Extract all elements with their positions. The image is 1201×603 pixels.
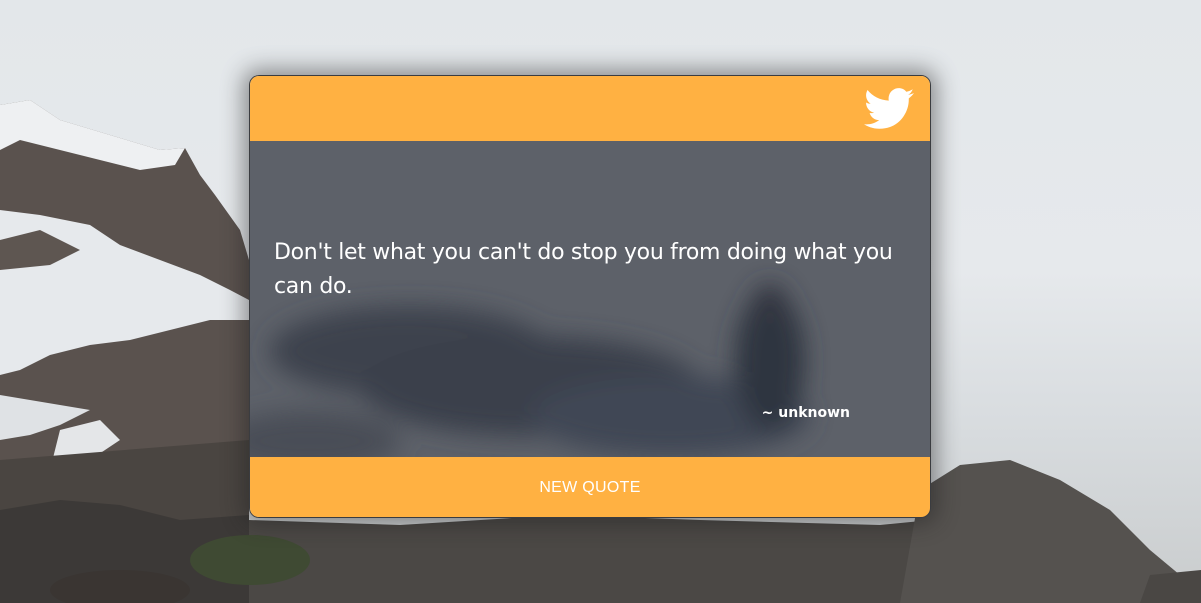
quote-body: Don't let what you can't do stop you fro… — [250, 141, 930, 457]
quote-text: Don't let what you can't do stop you fro… — [274, 240, 893, 299]
card-header — [250, 76, 930, 141]
tweet-button[interactable] — [864, 88, 914, 130]
new-quote-button[interactable]: NEW QUOTE — [250, 457, 930, 517]
quote-card: Don't let what you can't do stop you fro… — [249, 75, 931, 518]
twitter-bird-icon — [864, 88, 914, 129]
new-quote-label: NEW QUOTE — [539, 479, 641, 496]
quote-author: ~ unknown — [761, 405, 850, 421]
